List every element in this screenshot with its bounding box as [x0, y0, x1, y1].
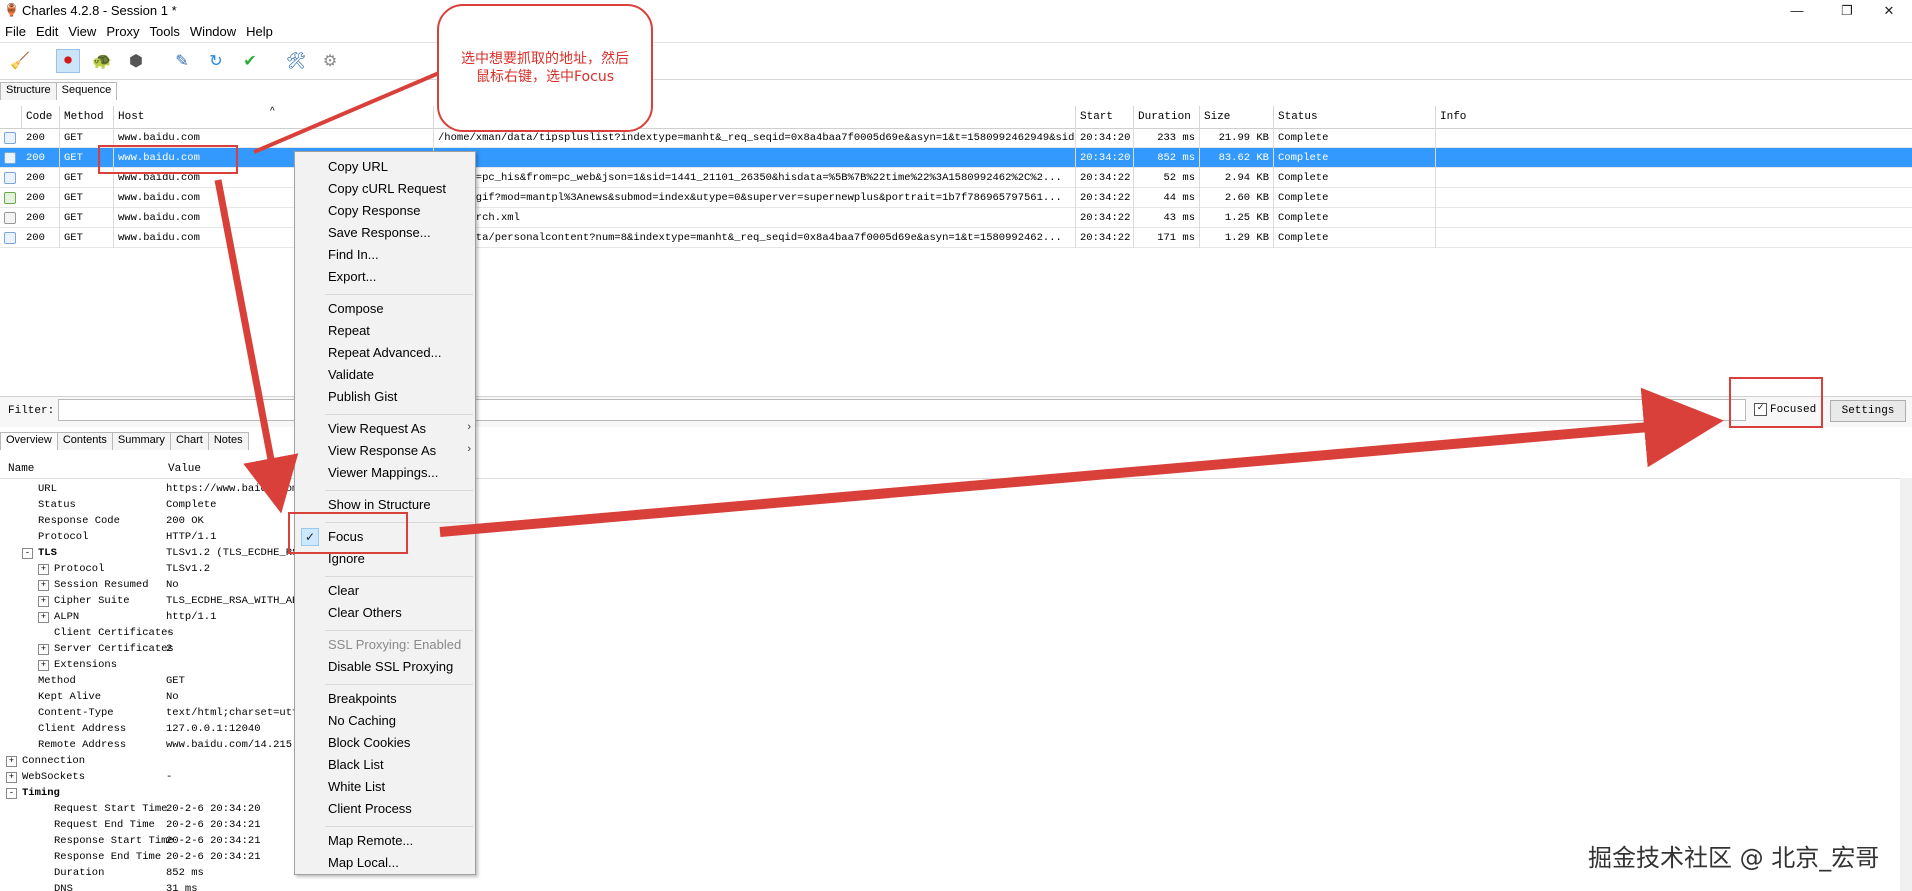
- watermark: 掘金技术社区 @ 北京_宏哥: [1588, 844, 1880, 872]
- annotation-arrows: [214, 68, 1724, 537]
- callout-line-2: 鼠标右键，选中Focus: [476, 69, 614, 85]
- arrow-host-to-focus: [214, 179, 299, 514]
- arrow-callout-to-host: [253, 68, 447, 154]
- arrow-focus-to-focused: [439, 387, 1724, 537]
- callout-line-1: 选中想要抓取的地址，然后: [461, 51, 629, 67]
- annotation-callout: 选中想要抓取的地址，然后 鼠标右键，选中Focus: [437, 4, 653, 132]
